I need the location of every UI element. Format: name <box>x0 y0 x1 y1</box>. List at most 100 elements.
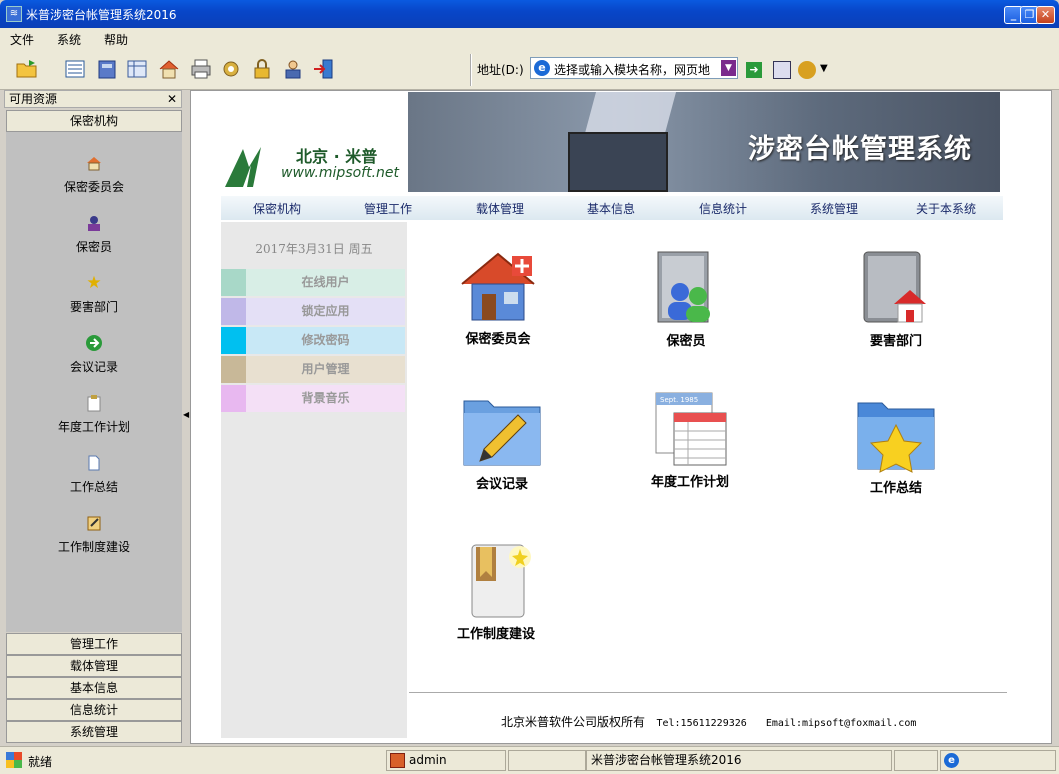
settings-icon[interactable] <box>218 56 244 82</box>
list-item[interactable]: 会议记录 <box>6 334 182 375</box>
copyright-text: 北京米普软件公司版权所有 <box>501 715 646 729</box>
list-item[interactable]: 工作总结 <box>6 454 182 495</box>
nav-security-org[interactable]: 保密机构 <box>253 200 301 217</box>
open-icon[interactable] <box>14 56 40 82</box>
folder-home-icon <box>854 248 938 328</box>
status-bar: 就绪 admin 米普涉密台帐管理系统2016 e <box>0 746 1059 774</box>
nav-carrier[interactable]: 载体管理 <box>476 200 524 217</box>
go-icon[interactable]: ➜ <box>746 62 762 78</box>
module-label: 保密员 <box>666 334 706 349</box>
tab-security-org[interactable]: 保密机构 <box>6 110 182 132</box>
list-icon[interactable] <box>62 56 88 82</box>
window-title: 米普涉密台帐管理系统2016 <box>26 8 177 22</box>
module-security-officer[interactable]: 保密员 <box>611 248 761 349</box>
menu-lock-app[interactable]: 锁定应用 <box>221 298 405 325</box>
module-committee[interactable]: 保密委员会 <box>423 246 573 347</box>
nav-system[interactable]: 系统管理 <box>810 200 858 217</box>
collapse-arrow-icon[interactable]: ◀ <box>183 408 189 422</box>
tab-statistics[interactable]: 信息统计 <box>6 699 182 721</box>
print-icon[interactable] <box>188 56 214 82</box>
address-input[interactable]: 选择或输入模块名称，网页地 <box>554 61 719 78</box>
email-text: Email:mipsoft@foxmail.com <box>765 718 917 729</box>
tab-basic-info[interactable]: 基本信息 <box>6 677 182 699</box>
current-date: 2017年3月31日 周五 <box>255 242 373 256</box>
swatch <box>221 385 246 412</box>
user-icon <box>85 214 103 232</box>
windows-logo-icon <box>6 752 22 768</box>
web-icon[interactable] <box>798 61 816 79</box>
module-annual-plan[interactable]: Sept. 1985 年度工作计划 <box>615 389 765 490</box>
module-label: 工作制度建设 <box>456 627 535 642</box>
swatch <box>221 356 246 383</box>
address-combobox[interactable]: e 选择或输入模块名称，网页地 ▼ <box>530 57 738 79</box>
module-work-summary[interactable]: 工作总结 <box>821 395 971 496</box>
window-border <box>1052 90 1059 746</box>
menu-change-password[interactable]: 修改密码 <box>221 327 405 354</box>
edit-note-icon <box>85 514 103 532</box>
menu-help[interactable]: 帮助 <box>104 31 128 48</box>
book-icon[interactable] <box>94 56 120 82</box>
user-lock-icon[interactable] <box>280 56 306 82</box>
menu-file[interactable]: 文件 <box>10 31 34 48</box>
folder-pencil-icon <box>460 391 544 471</box>
status-empty2 <box>894 750 938 771</box>
close-button[interactable]: ✕ <box>1036 6 1055 24</box>
status-empty <box>508 750 586 771</box>
star-icon: ★ <box>86 273 102 293</box>
chevron-down-icon[interactable]: ▼ <box>721 60 736 76</box>
table-icon[interactable] <box>124 56 150 82</box>
module-label: 年度工作计划 <box>650 475 729 490</box>
module-key-department[interactable]: 要害部门 <box>821 248 971 349</box>
nav-about[interactable]: 关于本系统 <box>916 200 976 217</box>
menu-user-management[interactable]: 用户管理 <box>221 356 405 383</box>
footer-divider <box>409 692 1007 693</box>
status-browser: e <box>940 750 1056 771</box>
menu-bar: 文件 系统 帮助 <box>0 28 1059 50</box>
module-label: 工作总结 <box>869 481 922 496</box>
top-nav: 保密机构 管理工作 载体管理 基本信息 信息统计 系统管理 关于本系统 <box>221 196 1003 220</box>
ie-icon: e <box>944 753 959 768</box>
nav-statistics[interactable]: 信息统计 <box>699 200 747 217</box>
app-icon: ≋ <box>6 6 22 22</box>
list-item[interactable]: 保密员 <box>6 214 182 255</box>
module-label: 要害部门 <box>869 334 922 349</box>
phone-text: Tel:15611229326 <box>656 718 747 729</box>
ie-icon: e <box>534 60 550 76</box>
home-icon <box>85 154 103 172</box>
nav-management[interactable]: 管理工作 <box>364 200 412 217</box>
module-work-rules[interactable]: 工作制度建设 <box>421 541 571 642</box>
calendar-icon: Sept. 1985 <box>648 389 732 469</box>
status-app: 米普涉密台帐管理系统2016 <box>586 750 892 771</box>
panel-title: 可用资源 <box>9 92 58 106</box>
list-item[interactable]: 工作制度建设 <box>6 514 182 555</box>
status-user: admin <box>386 750 506 771</box>
close-icon[interactable]: ✕ <box>167 91 177 107</box>
list-item[interactable]: 年度工作计划 <box>6 394 182 435</box>
document-icon <box>85 454 103 472</box>
home-icon[interactable] <box>156 56 182 82</box>
list-item[interactable]: 保密委员会 <box>6 154 182 195</box>
module-meeting-records[interactable]: 会议记录 <box>427 391 577 492</box>
web-dropdown-icon[interactable]: ▼ <box>820 63 828 74</box>
menu-system[interactable]: 系统 <box>57 31 81 48</box>
tab-management[interactable]: 管理工作 <box>6 633 182 655</box>
menu-online-users[interactable]: 在线用户 <box>221 269 405 296</box>
module-label: 会议记录 <box>475 477 528 492</box>
tab-system[interactable]: 系统管理 <box>6 721 182 743</box>
calendar-header: Sept. 1985 <box>660 396 698 404</box>
lock-icon[interactable] <box>249 56 275 82</box>
nav-basic-info[interactable]: 基本信息 <box>587 200 635 217</box>
laptop-graphic <box>568 132 668 192</box>
menu-background-music[interactable]: 背景音乐 <box>221 385 405 412</box>
title-bar: ≋ 米普涉密台帐管理系统2016 _ ❐ ✕ <box>0 0 1059 28</box>
exit-icon[interactable] <box>310 56 336 82</box>
computer-icon[interactable] <box>773 61 791 79</box>
panel-splitter[interactable]: ◀ <box>183 90 189 744</box>
arrow-right-circle-icon <box>85 334 103 352</box>
folder-star-icon <box>854 395 938 475</box>
system-title: 涉密台帐管理系统 <box>748 134 972 165</box>
swatch <box>221 269 246 296</box>
list-item[interactable]: ★ 要害部门 <box>6 274 182 315</box>
tab-carrier[interactable]: 载体管理 <box>6 655 182 677</box>
status-ready: 就绪 <box>28 755 53 769</box>
